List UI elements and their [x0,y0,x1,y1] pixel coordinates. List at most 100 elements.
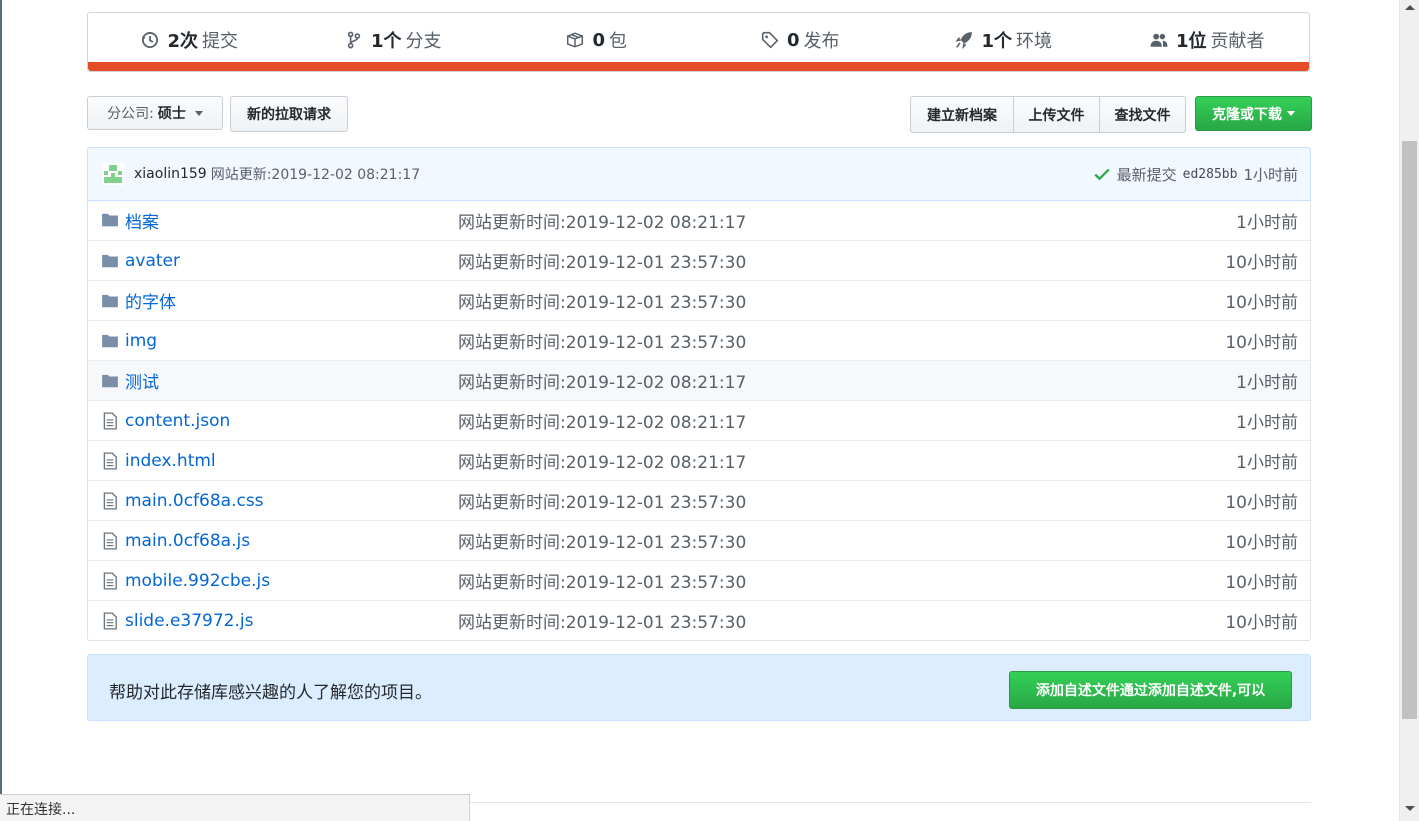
folder-icon [102,294,118,308]
file-icon [103,532,117,550]
file-age: 10小时前 [1225,333,1298,353]
releases-link[interactable]: 0 发布 [699,27,903,53]
git-branch-icon [347,31,361,49]
file-row: main.0cf68a.js 网站更新时间:2019-12-01 23:57:3… [88,520,1310,560]
file-name[interactable]: avater [125,251,180,271]
file-icon [103,572,117,590]
branch-name: 硕士 [157,106,186,122]
commit-message[interactable]: 网站更新:2019-12-02 08:21:17 [211,164,420,184]
file-name[interactable]: 的字体 [125,288,176,313]
branches-label: 分支 [405,31,442,52]
readme-prompt: 帮助对此存储库感兴趣的人了解您的项目。 添加自述文件通过添加自述文件,可以 [87,654,1311,721]
branch-prefix: 分公司: [107,106,154,122]
latest-commit-bar: xiaolin159 网站更新:2019-12-02 08:21:17 最新提交… [87,147,1311,201]
file-commit-message[interactable]: 网站更新时间:2019-12-01 23:57:30 [458,608,746,633]
file-age: 10小时前 [1225,533,1298,553]
file-commit-message[interactable]: 网站更新时间:2019-12-01 23:57:30 [458,528,746,553]
file-commit-message[interactable]: 网站更新时间:2019-12-01 23:57:30 [458,488,746,513]
file-name[interactable]: img [125,331,157,351]
folder-icon [102,213,118,227]
avatar[interactable] [102,163,124,185]
language-bar[interactable] [88,62,1309,71]
file-age: 1小时前 [1236,453,1298,473]
package-icon [567,32,584,48]
branch-select-button[interactable]: 分公司: 硕士 [87,96,223,130]
commits-label: 提交 [202,31,239,52]
file-commit-message[interactable]: 网站更新时间:2019-12-02 08:21:17 [458,408,746,433]
window-left-edge [0,0,2,821]
branches-link[interactable]: 1个 分支 [292,27,496,53]
upload-files-button[interactable]: 上传文件 [1013,96,1100,133]
clone-download-button[interactable]: 克隆或下载 [1195,96,1312,131]
file-icon [103,612,117,630]
file-row: mobile.992cbe.js 网站更新时间:2019-12-01 23:57… [88,560,1310,600]
contributors-link[interactable]: 1位 贡献者 [1106,27,1310,53]
history-icon [142,32,159,48]
file-age: 1小时前 [1236,373,1298,393]
file-age: 10小时前 [1225,573,1298,593]
file-commit-message[interactable]: 网站更新时间:2019-12-02 08:21:17 [458,448,746,473]
file-row: content.json 网站更新时间:2019-12-02 08:21:17 … [88,400,1310,440]
file-row: img 网站更新时间:2019-12-01 23:57:30 10小时前 [88,320,1310,360]
file-age: 10小时前 [1225,253,1298,273]
commit-age: 1小时前 [1243,165,1298,184]
file-commit-message[interactable]: 网站更新时间:2019-12-01 23:57:30 [458,568,746,593]
file-row: 测试 网站更新时间:2019-12-02 08:21:17 1小时前 [88,360,1310,400]
file-commit-message[interactable]: 网站更新时间:2019-12-02 08:21:17 [458,208,746,233]
browser-status-bar: 正在连接... [0,794,470,821]
folder-icon [102,334,118,348]
file-name[interactable]: slide.e37972.js [125,611,253,631]
environments-label: 环境 [1016,31,1053,52]
file-commit-message[interactable]: 网站更新时间:2019-12-01 23:57:30 [458,288,746,313]
check-icon [1094,168,1110,181]
create-new-file-button[interactable]: 建立新档案 [910,96,1014,133]
commits-link[interactable]: 2次 提交 [88,27,292,53]
people-icon [1150,33,1168,47]
branches-count: 1个 [370,31,402,52]
file-row: slide.e37972.js 网站更新时间:2019-12-01 23:57:… [88,600,1310,640]
repo-summary-bar: 2次 提交 1个 分支 0 包 0 发布 1个 环境 1位 贡献者 [87,12,1310,72]
file-name[interactable]: 档案 [125,208,159,233]
scroll-down-arrow-icon[interactable] [1405,806,1415,811]
file-age: 1小时前 [1236,413,1298,433]
environments-link[interactable]: 1个 环境 [902,27,1106,53]
file-name[interactable]: index.html [125,451,216,471]
contributors-label: 贡献者 [1210,31,1265,52]
file-row: 的字体 网站更新时间:2019-12-01 23:57:30 10小时前 [88,280,1310,320]
rocket-icon [955,32,973,49]
packages-count: 0 [592,29,606,51]
file-commit-message[interactable]: 网站更新时间:2019-12-02 08:21:17 [458,368,746,393]
contributors-count: 1位 [1175,31,1207,52]
file-age: 10小时前 [1225,493,1298,513]
folder-icon [102,254,118,268]
find-file-button[interactable]: 查找文件 [1099,96,1186,133]
add-readme-button[interactable]: 添加自述文件通过添加自述文件,可以 [1009,671,1292,709]
file-commit-message[interactable]: 网站更新时间:2019-12-01 23:57:30 [458,328,746,353]
file-icon [103,492,117,510]
file-row: 档案 网站更新时间:2019-12-02 08:21:17 1小时前 [88,200,1310,240]
file-age: 1小时前 [1236,212,1298,233]
file-name[interactable]: 测试 [125,368,159,393]
file-name[interactable]: main.0cf68a.js [125,531,250,551]
caret-down-icon [194,110,203,116]
scroll-thumb[interactable] [1402,141,1417,719]
vertical-scrollbar[interactable] [1399,0,1419,821]
new-pull-request-button[interactable]: 新的拉取请求 [230,96,348,132]
commit-meta: 最新提交 ed285bb 1小时前 [1093,164,1298,185]
packages-label: 包 [609,31,628,52]
caret-down-icon [1287,111,1295,116]
file-row: index.html 网站更新时间:2019-12-02 08:21:17 1小… [88,440,1310,480]
file-name[interactable]: mobile.992cbe.js [125,571,270,591]
commit-sha[interactable]: ed285bb [1183,167,1238,182]
tag-icon [761,31,779,49]
scroll-up-arrow-icon[interactable] [1405,5,1415,10]
file-row: avater 网站更新时间:2019-12-01 23:57:30 10小时前 [88,240,1310,280]
folder-icon [102,374,118,388]
file-name[interactable]: content.json [125,411,230,431]
file-list: 档案 网站更新时间:2019-12-02 08:21:17 1小时前 avate… [87,200,1311,641]
packages-link[interactable]: 0 包 [495,27,699,53]
file-name[interactable]: main.0cf68a.css [125,491,264,511]
environments-count: 1个 [981,31,1013,52]
commit-author[interactable]: xiaolin159 [134,166,207,182]
file-commit-message[interactable]: 网站更新时间:2019-12-01 23:57:30 [458,248,746,273]
